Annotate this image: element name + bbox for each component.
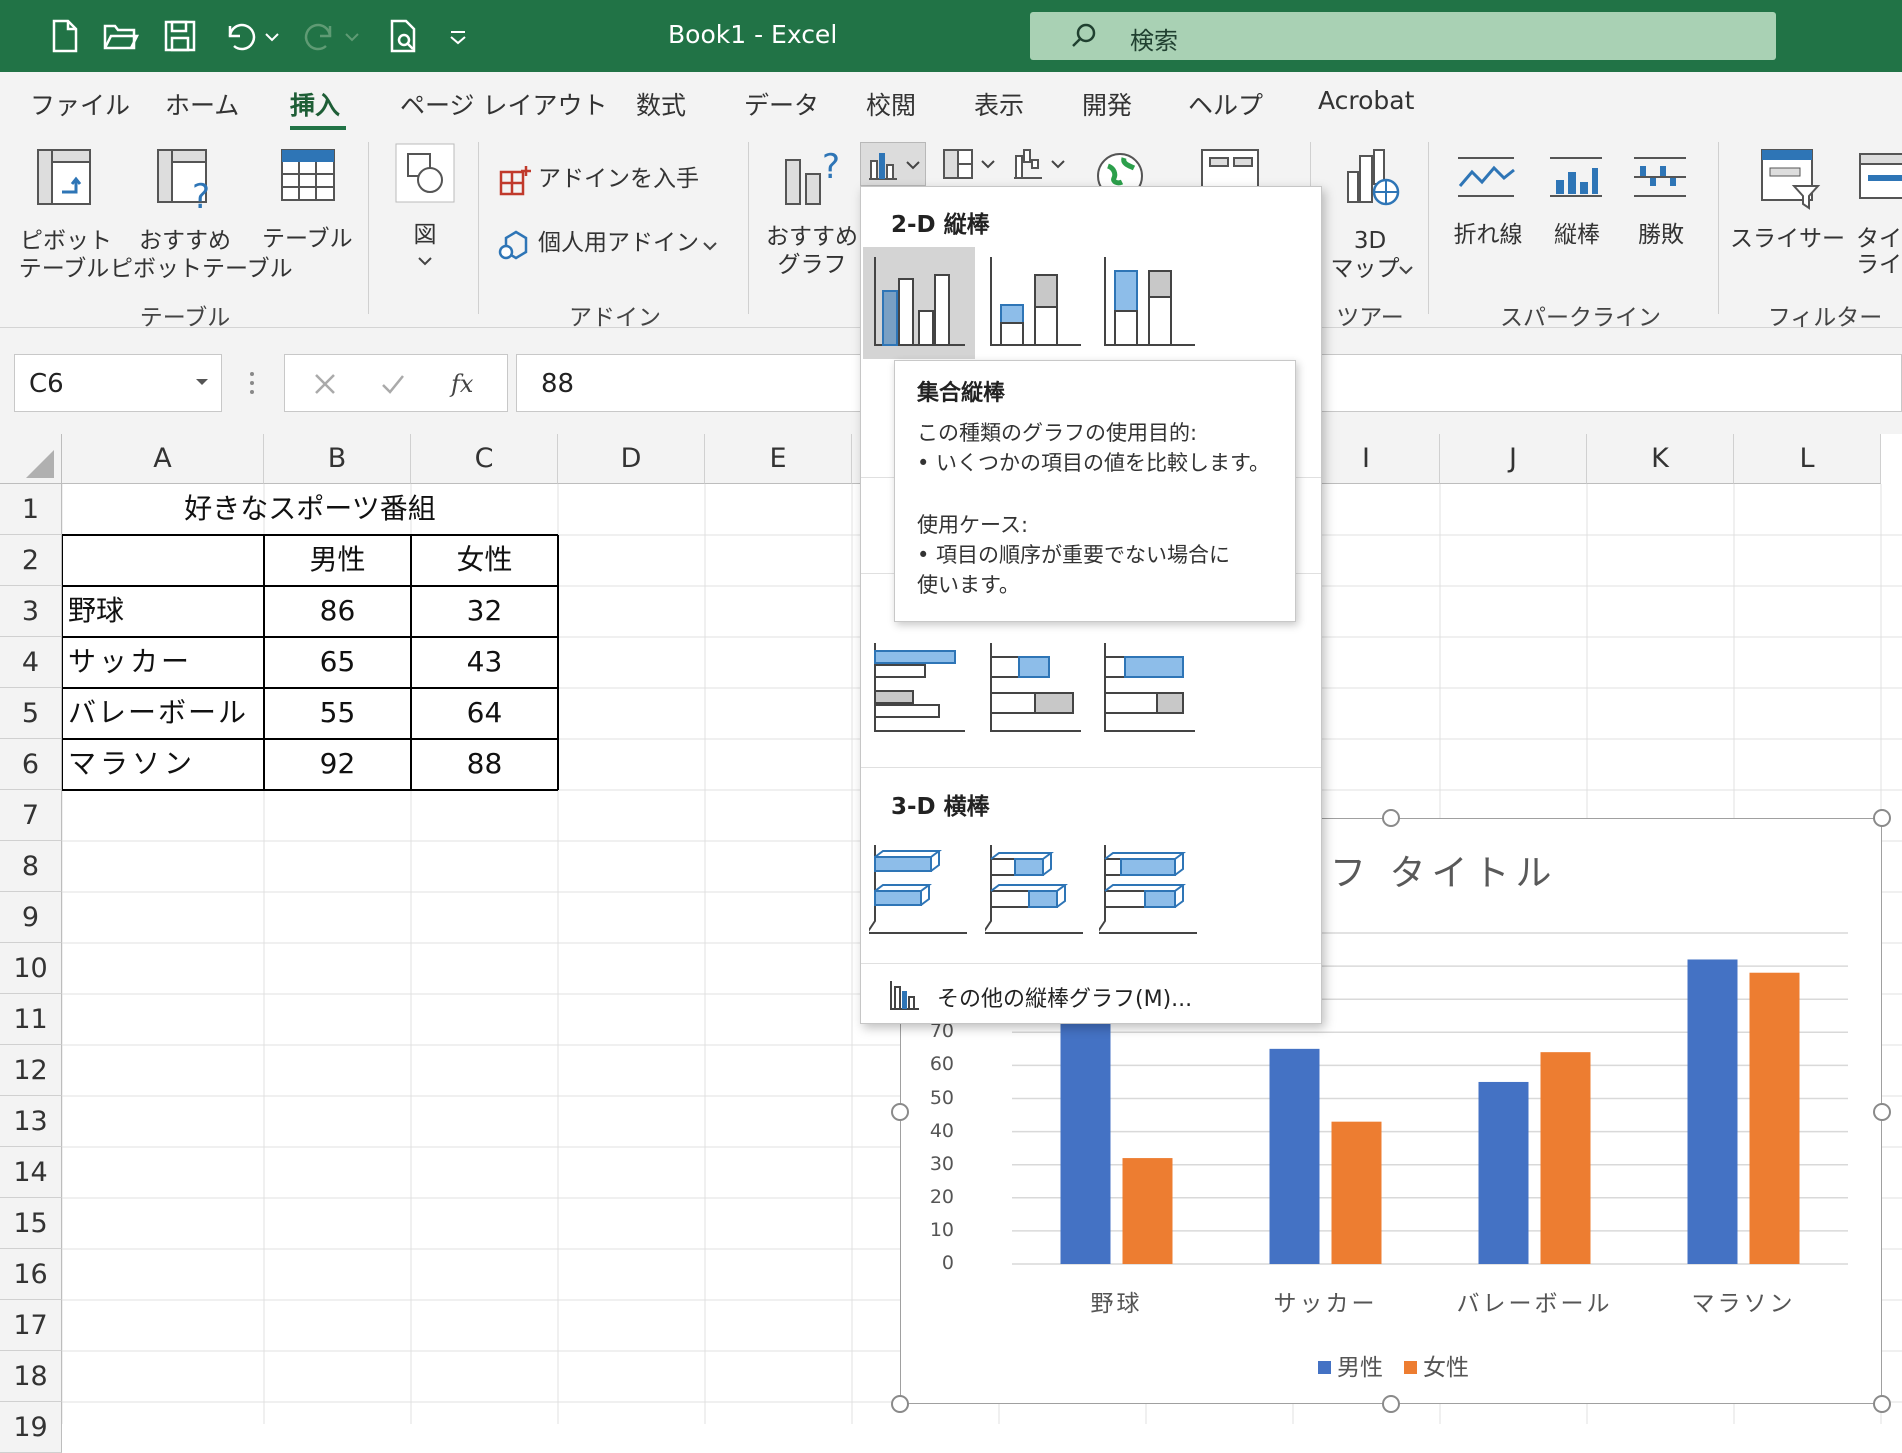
3d-stacked-bar-icon — [985, 845, 1083, 934]
bar-女性-サッカー — [1331, 1121, 1382, 1264]
section-header-2d-column: 2-D 縦棒 — [891, 212, 990, 238]
y-tick-label: 40 — [929, 1119, 954, 1142]
legend-label: 男性 — [1337, 1355, 1383, 1381]
y-tick-label: 20 — [929, 1185, 954, 1208]
tooltip-usage-item-2: 使います。 — [917, 573, 1020, 597]
legend-item[interactable]: 男性 — [1318, 1348, 1383, 1382]
y-tick-label: 50 — [929, 1086, 954, 1109]
3d-100-stacked-bar-option[interactable] — [1093, 835, 1205, 947]
more-column-charts-item[interactable]: その他の縦棒グラフ(M)... — [861, 977, 1321, 1019]
100-stacked-bar-icon — [1104, 643, 1195, 732]
x-category-label: マラソン — [1691, 1291, 1796, 1317]
bar-男性-マラソン — [1687, 959, 1738, 1264]
100-stacked-column-option[interactable] — [1093, 247, 1205, 359]
clustered-bar-option[interactable] — [863, 633, 975, 745]
more-column-charts-label: その他の縦棒グラフ(M)... — [937, 987, 1193, 1012]
clustered-column-icon — [874, 257, 965, 346]
bar-男性-サッカー — [1269, 1048, 1320, 1264]
x-category-label: サッカー — [1273, 1291, 1378, 1317]
stacked-column-option[interactable] — [979, 247, 1091, 359]
x-category-label: バレーボール — [1456, 1291, 1613, 1317]
tooltip-purpose-item: • いくつかの項目の値を比較します。 — [917, 451, 1270, 475]
3d-stacked-bar-option[interactable] — [979, 835, 1091, 947]
tooltip-usage-heading: 使用ケース: — [917, 513, 1029, 537]
legend-label: 女性 — [1423, 1355, 1469, 1381]
column-chart-small-icon — [890, 981, 919, 1010]
100-stacked-bar-option[interactable] — [1093, 633, 1205, 745]
clustered-bar-icon — [874, 643, 965, 732]
3d-clustered-bar-icon — [869, 845, 967, 934]
3d-100-stacked-bar-icon — [1099, 845, 1197, 934]
x-category-label: 野球 — [1090, 1291, 1143, 1317]
section-header-3d-bar: 3-D 横棒 — [891, 794, 990, 820]
bar-女性-野球 — [1122, 1158, 1173, 1264]
y-tick-label: 60 — [929, 1053, 954, 1076]
legend-swatch — [1404, 1361, 1417, 1374]
100-stacked-column-icon — [1104, 257, 1195, 346]
y-tick-label: 0 — [941, 1252, 954, 1274]
3d-clustered-bar-option[interactable] — [863, 835, 975, 947]
stacked-bar-icon — [990, 643, 1081, 732]
tooltip-purpose-heading: この種類のグラフの使用目的: — [917, 421, 1198, 445]
legend-swatch — [1318, 1361, 1331, 1374]
y-tick-label: 30 — [929, 1152, 954, 1175]
stacked-column-icon — [990, 257, 1081, 346]
y-tick-label: 10 — [929, 1218, 954, 1241]
clustered-column-option[interactable] — [863, 247, 975, 359]
tooltip-title: 集合縦棒 — [917, 381, 1006, 406]
chart-type-tooltip: 集合縦棒 この種類のグラフの使用目的: • いくつかの項目の値を比較します。 使… — [894, 360, 1296, 622]
bar-女性-バレーボール — [1540, 1052, 1591, 1264]
bar-男性-バレーボール — [1478, 1081, 1529, 1264]
bar-女性-マラソン — [1749, 972, 1800, 1264]
legend-item[interactable]: 女性 — [1404, 1348, 1469, 1382]
stacked-bar-option[interactable] — [979, 633, 1091, 745]
tooltip-usage-item-1: • 項目の順序が重要でない場合に — [917, 543, 1231, 567]
